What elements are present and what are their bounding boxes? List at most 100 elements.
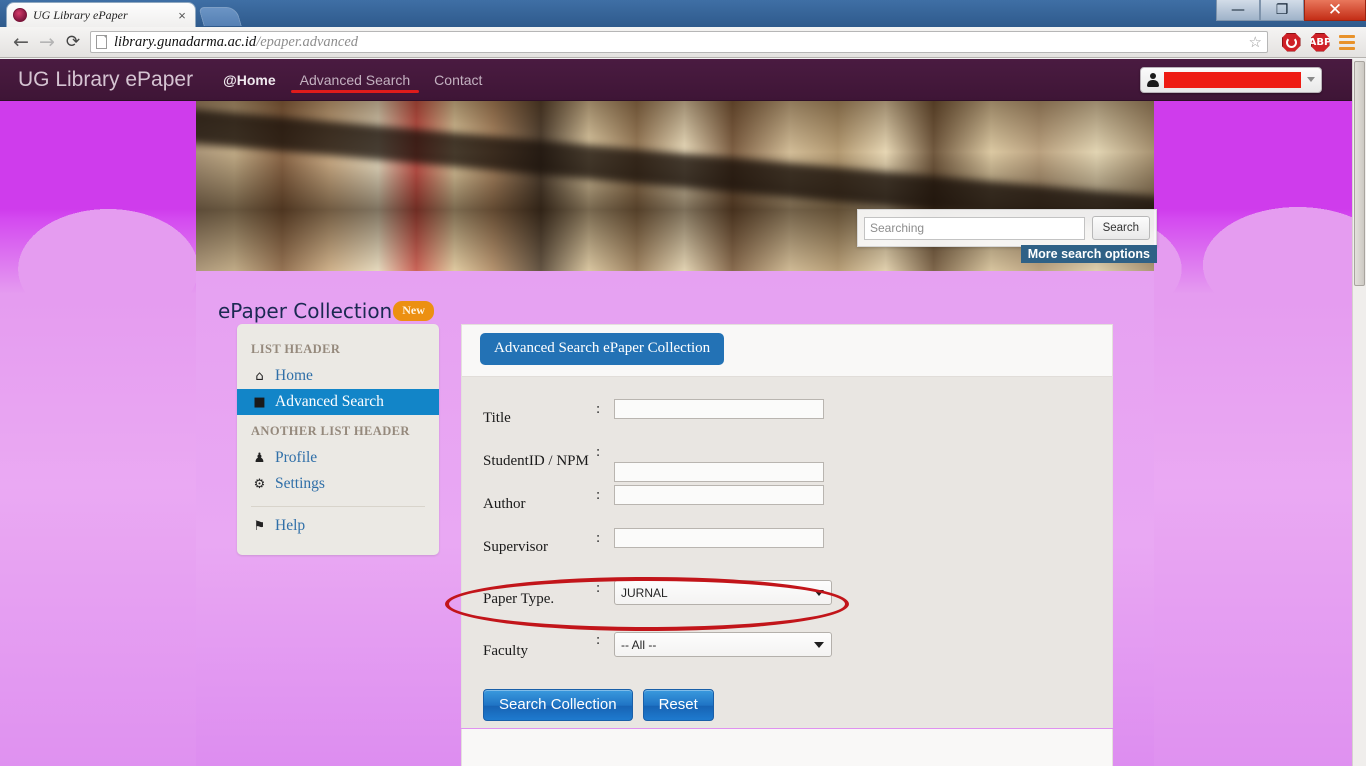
url-text: library.gunadarma.ac.id/epaper.advanced	[114, 34, 358, 51]
scrollbar-thumb[interactable]	[1354, 61, 1365, 286]
title-input[interactable]	[614, 399, 824, 419]
adblock-plus-icon[interactable]: ABP	[1308, 30, 1332, 54]
username-redacted	[1164, 71, 1301, 88]
paper-type-select[interactable]: JURNAL	[614, 580, 832, 605]
person-icon: ♟	[253, 450, 266, 466]
colon-title: :	[596, 401, 601, 417]
browser-toolbar: ← → ⟳ library.gunadarma.ac.id/epaper.adv…	[0, 27, 1366, 58]
quick-search-box: Search	[857, 209, 1157, 247]
page-scrollbar[interactable]	[1352, 59, 1366, 766]
page-title-text: ePaper Collection	[218, 299, 393, 323]
record-summary: record 1 - 20 dari 46074 record	[462, 729, 1112, 766]
quick-search-widget: Search More search options	[857, 209, 1157, 263]
sidebar-item-label: Profile	[275, 449, 318, 466]
close-tab-icon[interactable]: ×	[175, 9, 189, 22]
results-area: record 1 - 20 dari 46074 record 1 2 3 4 …	[461, 729, 1113, 766]
chevron-down-icon	[814, 589, 824, 596]
nav-link-advanced-search[interactable]: Advanced Search	[288, 72, 423, 93]
sidebar-item-label: Settings	[275, 475, 325, 492]
chrome-menu-icon[interactable]	[1336, 31, 1358, 53]
form-row-author: Author :	[462, 485, 1112, 528]
colon-author: :	[596, 487, 601, 503]
chevron-down-icon	[814, 641, 824, 648]
label-supervisor: Supervisor	[483, 539, 548, 555]
student-id-input[interactable]	[614, 462, 824, 482]
supervisor-input[interactable]	[614, 528, 824, 548]
tab-advanced-search-epaper-collection[interactable]: Advanced Search ePaper Collection	[480, 333, 725, 365]
panel-tab-header: Advanced Search ePaper Collection	[462, 325, 1112, 377]
book-icon: ■	[253, 394, 266, 410]
content-area: ePaper Collection New LIST HEADER ⌂ Home…	[196, 271, 1154, 766]
window-controls: — ❐ ✕	[1216, 0, 1366, 22]
new-tab-button[interactable]	[198, 7, 242, 26]
site-brand[interactable]: UG Library ePaper	[0, 68, 211, 92]
sidebar-divider	[251, 506, 425, 507]
sidebar-item-settings[interactable]: ⚙ Settings	[237, 471, 439, 497]
colon-paper-type: :	[596, 580, 601, 596]
advanced-search-panel: Advanced Search ePaper Collection Title …	[461, 324, 1113, 728]
form-buttons: Search Collection Reset	[462, 675, 1112, 721]
colon-student-id: :	[596, 444, 601, 460]
minimize-button[interactable]: —	[1216, 0, 1260, 21]
home-icon: ⌂	[255, 368, 264, 384]
sidebar-item-home[interactable]: ⌂ Home	[237, 363, 439, 389]
faculty-select[interactable]: -- All --	[614, 632, 832, 657]
page-title: ePaper Collection New	[218, 299, 434, 323]
bookmark-star-icon[interactable]: ☆	[1249, 33, 1262, 51]
label-paper-type: Paper Type.	[483, 591, 555, 607]
more-search-options-link[interactable]: More search options	[1020, 245, 1157, 263]
forward-icon[interactable]: →	[34, 30, 60, 54]
label-title: Title	[483, 410, 511, 426]
search-input[interactable]	[864, 216, 1085, 240]
faculty-value: -- All --	[621, 637, 657, 652]
advanced-search-form: Title : StudentID / NPM : Author : Super…	[462, 377, 1112, 728]
flag-icon: ⚑	[253, 518, 266, 534]
paper-type-value: JURNAL	[621, 585, 668, 600]
browser-tab-title: UG Library ePaper	[33, 7, 128, 22]
search-button[interactable]: Search	[1091, 216, 1150, 240]
close-window-button[interactable]: ✕	[1304, 0, 1366, 21]
page-background: UG Library ePaper @Home Advanced Search …	[0, 59, 1352, 766]
url-domain: library.gunadarma.ac.id	[114, 33, 257, 50]
reload-icon[interactable]: ⟳	[60, 30, 86, 54]
browser-window: UG Library ePaper × — ❐ ✕ ← → ⟳ library.…	[0, 0, 1366, 766]
form-row-title: Title :	[462, 399, 1112, 442]
form-row-student-id: StudentID / NPM :	[462, 442, 1112, 485]
page-info-icon	[96, 35, 107, 49]
nav-link-contact[interactable]: Contact	[422, 72, 494, 88]
chevron-down-icon	[1307, 77, 1315, 82]
label-author: Author	[483, 496, 526, 512]
url-path: /epaper.advanced	[256, 33, 359, 50]
label-faculty: Faculty	[483, 643, 528, 659]
sidebar-item-label: Home	[275, 367, 313, 384]
form-row-faculty: Faculty : -- All --	[462, 623, 1112, 675]
back-icon[interactable]: ←	[8, 30, 34, 54]
user-dropdown[interactable]	[1140, 66, 1322, 93]
power-extension-icon[interactable]	[1279, 30, 1303, 54]
sidebar-item-label: Help	[275, 517, 306, 534]
maximize-button[interactable]: ❐	[1260, 0, 1304, 21]
browser-tab-strip: UG Library ePaper × — ❐ ✕	[0, 0, 1366, 27]
sidebar-group-header-1: LIST HEADER	[251, 342, 341, 356]
ug-favicon-icon	[13, 8, 27, 22]
author-input[interactable]	[614, 485, 824, 505]
form-row-paper-type: Paper Type. : JURNAL	[462, 571, 1112, 623]
page-viewport: UG Library ePaper @Home Advanced Search …	[0, 59, 1366, 766]
sidebar-item-profile[interactable]: ♟ Profile	[237, 445, 439, 471]
person-icon	[1147, 72, 1159, 87]
reset-button[interactable]: Reset	[642, 689, 714, 721]
browser-tab[interactable]: UG Library ePaper ×	[6, 2, 196, 27]
gear-icon: ⚙	[253, 476, 266, 492]
colon-faculty: :	[596, 632, 601, 648]
sidebar-group-header-2: ANOTHER LIST HEADER	[251, 424, 410, 438]
colon-supervisor: :	[596, 530, 601, 546]
sidebar: LIST HEADER ⌂ Home ■ Advanced Search ANO…	[237, 324, 439, 555]
sidebar-item-label: Advanced Search	[275, 393, 384, 410]
form-row-supervisor: Supervisor :	[462, 528, 1112, 571]
address-bar[interactable]: library.gunadarma.ac.id/epaper.advanced …	[90, 31, 1268, 53]
sidebar-item-advanced-search[interactable]: ■ Advanced Search	[237, 389, 439, 415]
sidebar-item-help[interactable]: ⚑ Help	[237, 513, 439, 539]
nav-link-home[interactable]: @Home	[211, 72, 288, 88]
site-navbar: UG Library ePaper @Home Advanced Search …	[0, 59, 1352, 101]
search-collection-button[interactable]: Search Collection	[483, 689, 633, 721]
